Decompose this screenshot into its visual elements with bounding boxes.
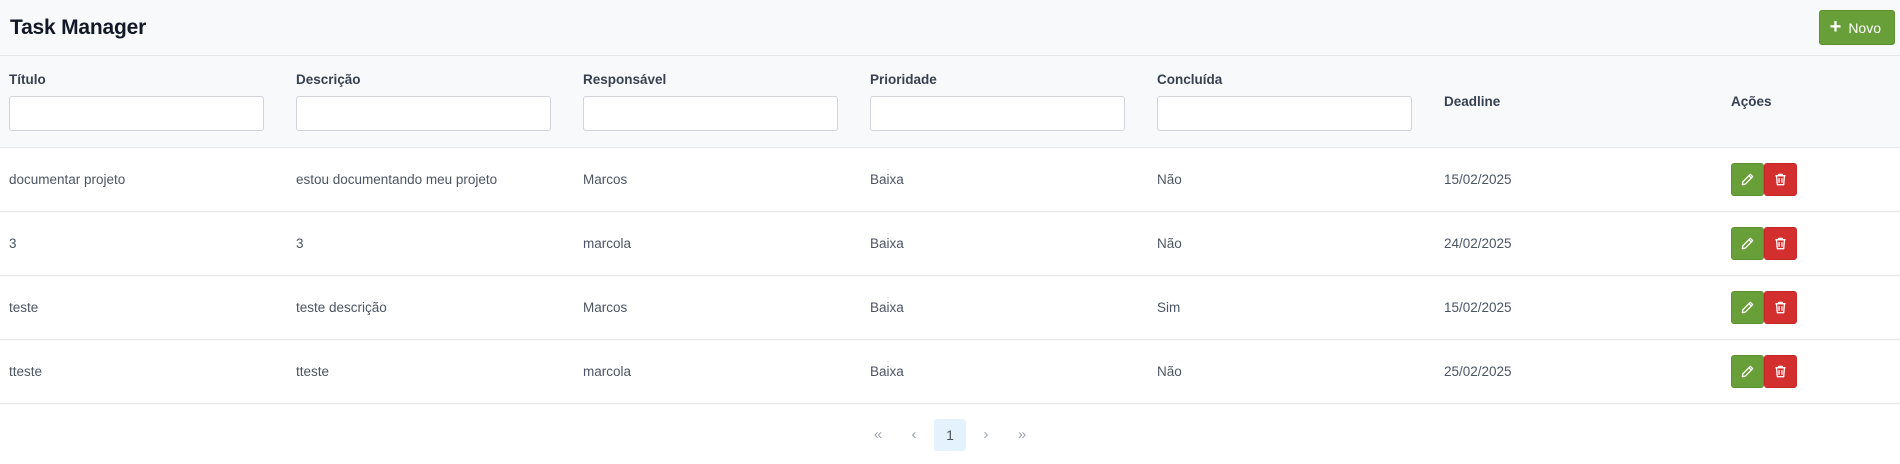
column-label-titulo: Título — [9, 72, 46, 87]
column-label-prioridade: Prioridade — [870, 72, 937, 87]
column-label-concluida: Concluída — [1157, 72, 1223, 87]
toolbar: Task Manager + Novo — [0, 0, 1900, 56]
cell-descricao: tteste — [287, 339, 574, 404]
column-header-descricao: Descrição — [287, 56, 574, 148]
trash-icon — [1775, 173, 1786, 185]
edit-button[interactable] — [1731, 226, 1764, 260]
page-title: Task Manager — [10, 15, 147, 39]
column-header-responsavel: Responsável — [574, 56, 861, 148]
delete-button[interactable] — [1764, 226, 1797, 260]
page-1-button[interactable]: 1 — [934, 418, 966, 451]
first-page-button[interactable]: « — [862, 419, 894, 451]
edit-button[interactable] — [1731, 162, 1764, 196]
table-header-row: Título Descrição Responsável Prioridade … — [0, 56, 1900, 148]
filter-descricao-input[interactable] — [296, 96, 551, 131]
cell-actions — [1722, 339, 1900, 404]
cell-titulo: tteste — [0, 339, 287, 404]
cell-concluida: Não — [1148, 339, 1435, 404]
trash-icon — [1775, 301, 1786, 313]
next-page-button[interactable]: › — [970, 419, 1002, 451]
column-header-concluida: Concluída — [1148, 56, 1435, 148]
cell-prioridade: Baixa — [861, 339, 1148, 404]
column-label-responsavel: Responsável — [583, 72, 667, 87]
table-row: teste teste descrição Marcos Baixa Sim 1… — [0, 275, 1900, 340]
cell-titulo: 3 — [0, 211, 287, 276]
cell-deadline: 15/02/2025 — [1435, 275, 1722, 340]
delete-button[interactable] — [1764, 354, 1797, 388]
cell-actions — [1722, 147, 1900, 212]
cell-responsavel: Marcos — [574, 275, 861, 340]
cell-actions — [1722, 275, 1900, 340]
edit-button[interactable] — [1731, 290, 1764, 324]
cell-responsavel: marcola — [574, 339, 861, 404]
column-header-acoes: Ações — [1722, 56, 1900, 148]
table-row: documentar projeto estou documentando me… — [0, 147, 1900, 212]
filter-responsavel-input[interactable] — [583, 96, 838, 131]
cell-titulo: documentar projeto — [0, 147, 287, 212]
trash-icon — [1775, 365, 1786, 377]
cell-descricao: 3 — [287, 211, 574, 276]
cell-concluida: Sim — [1148, 275, 1435, 340]
cell-responsavel: Marcos — [574, 147, 861, 212]
pencil-icon — [1741, 365, 1754, 377]
filter-titulo-input[interactable] — [9, 96, 264, 131]
cell-concluida: Não — [1148, 211, 1435, 276]
delete-button[interactable] — [1764, 162, 1797, 196]
trash-icon — [1775, 237, 1786, 249]
column-label-deadline: Deadline — [1444, 93, 1501, 109]
new-task-button-label: Novo — [1848, 19, 1881, 36]
cell-prioridade: Baixa — [861, 211, 1148, 276]
column-label-acoes: Ações — [1731, 93, 1772, 109]
column-header-titulo: Título — [0, 56, 287, 148]
column-header-deadline: Deadline — [1435, 56, 1722, 148]
cell-deadline: 15/02/2025 — [1435, 147, 1722, 212]
cell-descricao: estou documentando meu projeto — [287, 147, 574, 212]
new-task-button[interactable]: + Novo — [1818, 10, 1895, 45]
pencil-icon — [1741, 237, 1754, 249]
cell-titulo: teste — [0, 275, 287, 340]
prev-page-button[interactable]: ‹ — [898, 419, 930, 451]
cell-actions — [1722, 211, 1900, 276]
cell-prioridade: Baixa — [861, 147, 1148, 212]
tasks-table: Título Descrição Responsável Prioridade … — [0, 56, 1900, 404]
pencil-icon — [1741, 301, 1754, 313]
cell-prioridade: Baixa — [861, 275, 1148, 340]
cell-deadline: 24/02/2025 — [1435, 211, 1722, 276]
cell-deadline: 25/02/2025 — [1435, 339, 1722, 404]
filter-concluida-input[interactable] — [1157, 96, 1412, 131]
paginator: « ‹ 1 › » — [0, 404, 1900, 464]
column-label-descricao: Descrição — [296, 72, 361, 87]
table-row: 3 3 marcola Baixa Não 24/02/2025 — [0, 211, 1900, 276]
cell-responsavel: marcola — [574, 211, 861, 276]
cell-descricao: teste descrição — [287, 275, 574, 340]
column-header-prioridade: Prioridade — [861, 56, 1148, 148]
cell-concluida: Não — [1148, 147, 1435, 212]
last-page-button[interactable]: » — [1006, 419, 1038, 451]
pencil-icon — [1741, 173, 1754, 185]
plus-icon: + — [1829, 15, 1842, 38]
table-row: tteste tteste marcola Baixa Não 25/02/20… — [0, 339, 1900, 404]
edit-button[interactable] — [1731, 354, 1764, 388]
delete-button[interactable] — [1764, 290, 1797, 324]
filter-prioridade-input[interactable] — [870, 96, 1125, 131]
